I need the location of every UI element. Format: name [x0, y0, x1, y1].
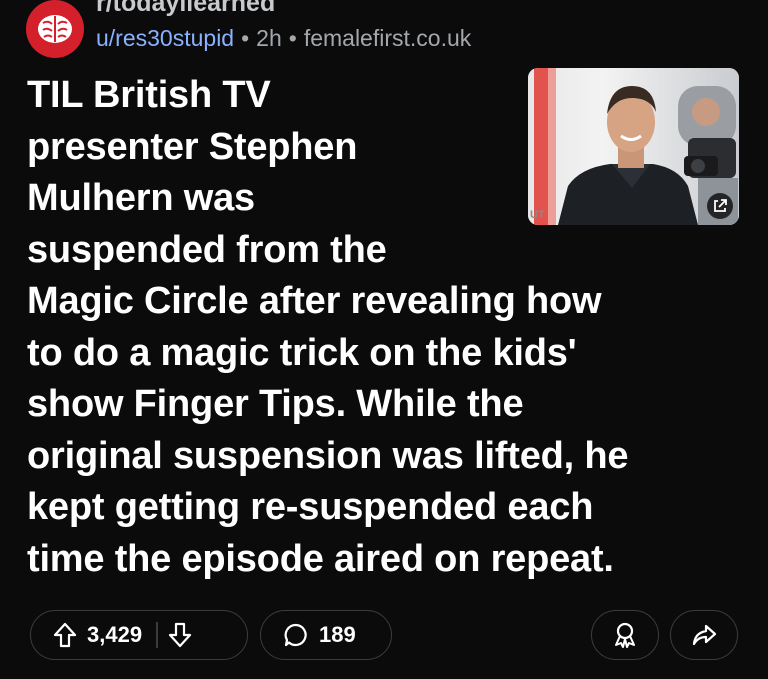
title-line: time the episode aired on repeat. [27, 537, 614, 580]
external-link-icon [714, 199, 727, 212]
speech-bubble-icon [283, 622, 309, 648]
thumbnail-sign-text: UT [530, 209, 545, 221]
subreddit-avatar[interactable] [26, 0, 84, 58]
post-header: r/todayilearned u/res30stupid • 2h • femalef… [26, 0, 746, 58]
upvote-button[interactable] [53, 622, 77, 648]
title-line: kept getting re-suspended each [27, 486, 594, 528]
vote-count: 3,429 [87, 622, 143, 647]
downvote-button[interactable] [168, 622, 192, 648]
title-line: Magic Circle after revealing how [27, 280, 602, 322]
share-arrow-icon [692, 624, 717, 646]
award-icon [615, 622, 635, 648]
arrow-down-icon [168, 622, 191, 648]
title-line: show Finger Tips. While the [27, 383, 524, 425]
award-button[interactable] [591, 610, 659, 660]
external-link-badge[interactable] [707, 193, 733, 219]
comment-count: 189 [319, 622, 356, 647]
vote-bar: 3,429 [30, 610, 248, 660]
link-thumbnail[interactable]: UT [528, 68, 739, 225]
author-link[interactable]: u/res30stupid [96, 25, 234, 51]
link-domain[interactable]: femalefirst.co.uk [304, 25, 471, 51]
post-age: 2h [256, 25, 282, 51]
post-meta: u/res30stupid • 2h • femalefirst.co.uk [96, 24, 471, 52]
share-button[interactable] [670, 610, 738, 660]
meta-separator: • [288, 25, 297, 51]
subreddit-name[interactable]: r/todayilearned [96, 0, 275, 18]
meta-separator: • [241, 25, 250, 51]
vote-divider [156, 622, 158, 648]
title-line: original suspension was lifted, he [27, 434, 629, 477]
arrow-up-icon [53, 622, 77, 648]
brain-icon [38, 15, 72, 43]
comments-button[interactable]: 189 [260, 610, 392, 660]
title-line: suspended from the [27, 228, 387, 271]
title-line: to do a magic trick on the kids' [27, 331, 577, 374]
